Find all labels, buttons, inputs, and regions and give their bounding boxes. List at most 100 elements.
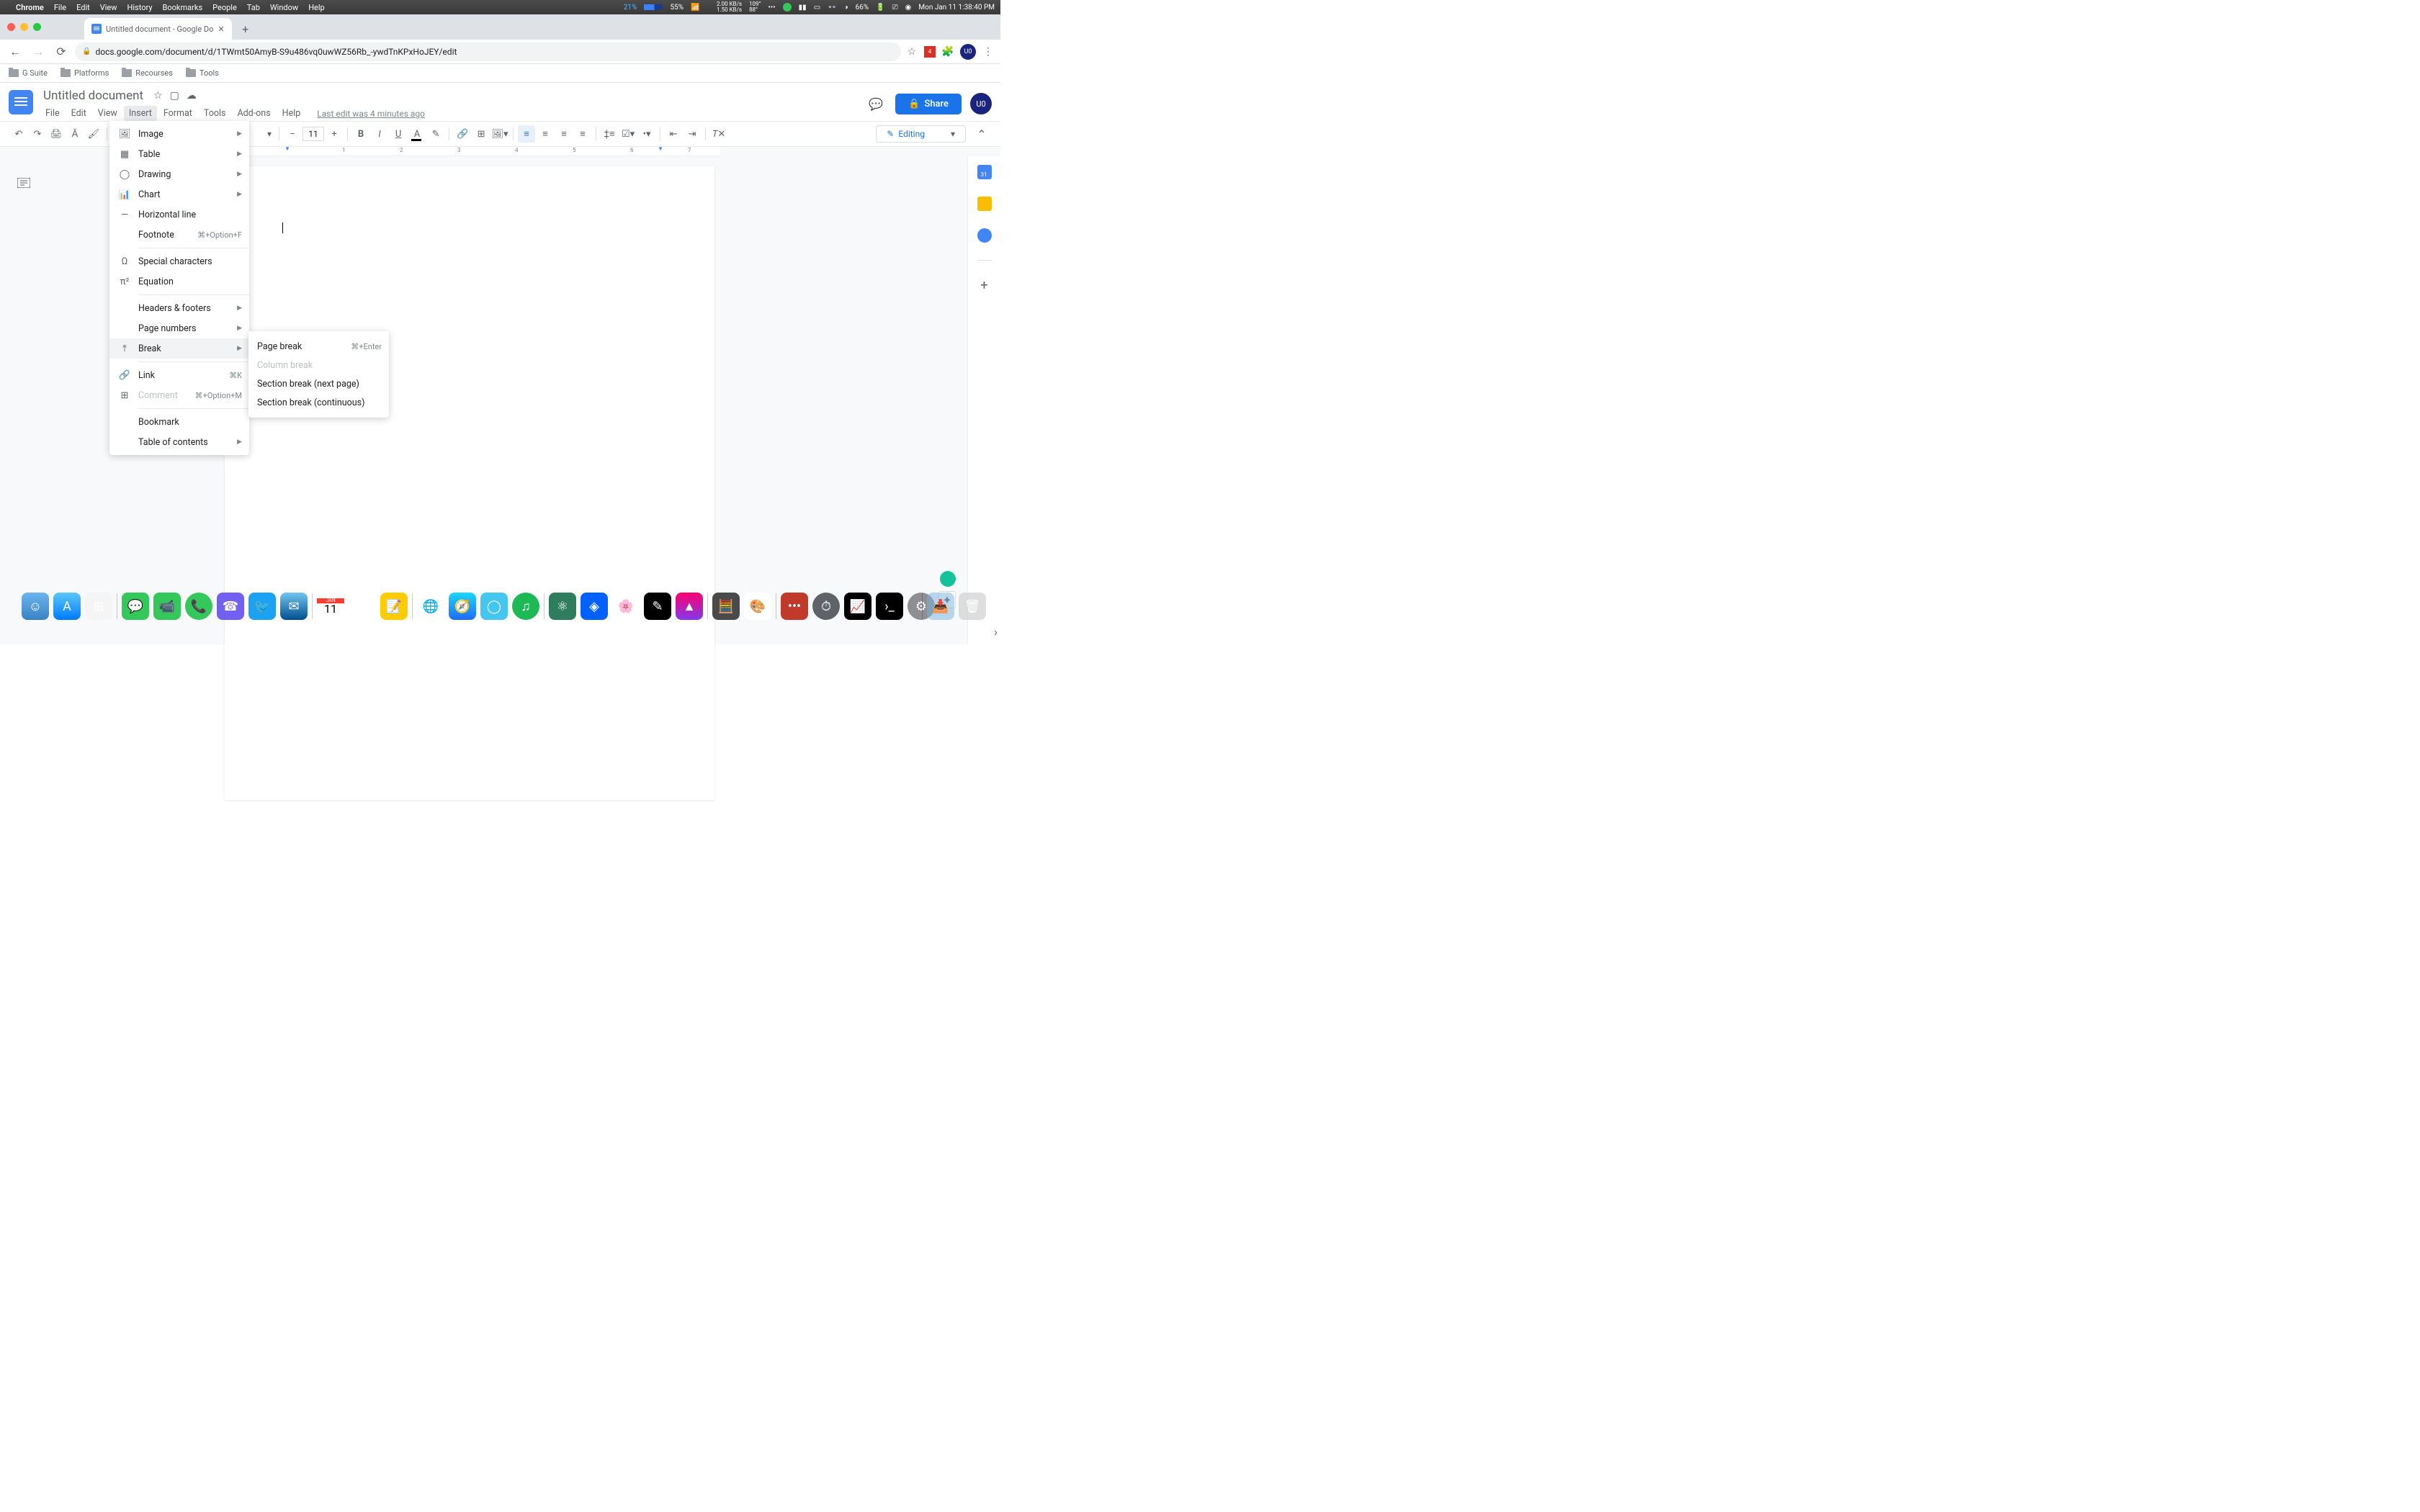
app2-dock-icon[interactable]: ▲ bbox=[676, 593, 703, 620]
horizontal-ruler[interactable]: ▼ 1 2 3 4 5 6 ▼ 7 bbox=[248, 147, 720, 156]
activity-dock-icon[interactable]: 📈 bbox=[844, 593, 871, 620]
editing-mode-select[interactable]: ✎ Editing ▾ bbox=[876, 125, 966, 143]
appstore-dock-icon[interactable]: A bbox=[53, 593, 81, 620]
document-page[interactable] bbox=[225, 166, 714, 800]
launchpad-dock-icon[interactable]: ⊞ bbox=[85, 593, 112, 620]
menu-edit[interactable]: Edit bbox=[66, 106, 91, 121]
insert-image-button[interactable]: 🖼▾ bbox=[491, 125, 508, 143]
document-title-input[interactable]: Untitled document bbox=[40, 87, 146, 104]
font-size-decrease[interactable]: − bbox=[284, 125, 301, 143]
app3-dock-icon[interactable]: ••• bbox=[781, 593, 808, 620]
menubar-extra-icon[interactable]: ••• bbox=[768, 4, 776, 12]
menubar-people[interactable]: People bbox=[212, 3, 237, 12]
insert-link-button[interactable]: 🔗 bbox=[454, 125, 471, 143]
menu-tools[interactable]: Tools bbox=[199, 106, 231, 121]
calendar-dock-icon[interactable]: JAN11 bbox=[317, 593, 344, 620]
text-color-button[interactable]: A bbox=[408, 125, 426, 143]
phone-dock-icon[interactable]: 📞 bbox=[185, 593, 212, 620]
facetime-dock-icon[interactable]: 📹 bbox=[153, 593, 181, 620]
menubar-history[interactable]: History bbox=[127, 3, 153, 12]
menubar-help[interactable]: Help bbox=[308, 3, 325, 12]
decrease-indent-button[interactable]: ⇤ bbox=[665, 125, 682, 143]
bulleted-list-button[interactable]: •▾ bbox=[638, 125, 655, 143]
print-button[interactable]: 🖨 bbox=[48, 125, 65, 143]
menu-file[interactable]: File bbox=[40, 106, 65, 121]
insert-toc-item[interactable]: Table of contents▶ bbox=[109, 432, 249, 452]
menubar-tray-icon[interactable]: ▮▮ bbox=[799, 4, 807, 12]
menu-help[interactable]: Help bbox=[277, 106, 306, 121]
menubar-edit[interactable]: Edit bbox=[76, 3, 90, 12]
menubar-tab[interactable]: Tab bbox=[247, 3, 260, 12]
reminders-dock-icon[interactable]: ☰ bbox=[349, 593, 376, 620]
bookmark-gsuite[interactable]: G Suite bbox=[9, 68, 48, 78]
highlight-button[interactable]: ✎ bbox=[427, 125, 444, 143]
extensions-icon[interactable]: 🧩 bbox=[941, 45, 954, 58]
colorpicker-dock-icon[interactable]: 🎨 bbox=[744, 593, 771, 620]
app1-dock-icon[interactable]: ✎ bbox=[644, 593, 671, 620]
insert-link-item[interactable]: 🔗Link⌘K bbox=[109, 365, 249, 385]
menu-view[interactable]: View bbox=[93, 106, 122, 121]
keep-app-icon[interactable] bbox=[977, 197, 992, 211]
trash-dock-icon[interactable]: 🗑 bbox=[959, 593, 986, 620]
undo-button[interactable]: ↶ bbox=[10, 125, 27, 143]
add-addon-button[interactable]: + bbox=[980, 278, 987, 293]
insert-footnote-item[interactable]: Footnote⌘+Option+F bbox=[109, 225, 249, 245]
mail-dock-icon[interactable]: ✉ bbox=[280, 593, 308, 620]
clear-formatting-button[interactable]: T✕ bbox=[710, 125, 727, 143]
collapse-toolbar-button[interactable]: ⌃ bbox=[973, 125, 990, 143]
tab-close-button[interactable]: ✕ bbox=[218, 24, 224, 34]
insert-bookmark-item[interactable]: Bookmark bbox=[109, 412, 249, 432]
menubar-window[interactable]: Window bbox=[270, 3, 298, 12]
insert-pagenumbers-item[interactable]: Page numbers▶ bbox=[109, 318, 249, 338]
spotify-dock-icon[interactable]: ♫ bbox=[512, 593, 539, 620]
url-field[interactable]: 🔒 docs.google.com/document/d/1TWmt50AmyB… bbox=[75, 42, 901, 61]
star-bookmark-icon[interactable]: ☆ bbox=[905, 45, 918, 58]
menubar-view[interactable]: View bbox=[100, 3, 117, 12]
window-maximize-button[interactable] bbox=[33, 23, 41, 31]
menubar-glasses-icon[interactable]: 👓 bbox=[828, 4, 836, 12]
twitter-dock-icon[interactable]: 🐦 bbox=[248, 593, 276, 620]
menubar-file[interactable]: File bbox=[54, 3, 66, 12]
insert-equation-item[interactable]: π²Equation bbox=[109, 271, 249, 292]
star-icon[interactable]: ☆ bbox=[153, 90, 163, 102]
new-tab-button[interactable]: + bbox=[236, 19, 255, 38]
side-panel-collapse-button[interactable]: › bbox=[994, 625, 998, 639]
status-dot-icon[interactable] bbox=[783, 3, 792, 12]
notes-dock-icon[interactable]: 📝 bbox=[380, 593, 408, 620]
menubar-toggle-icon[interactable]: ◑ bbox=[844, 4, 848, 12]
calendar-app-icon[interactable]: 31 bbox=[977, 165, 992, 179]
tasks-app-icon[interactable] bbox=[977, 228, 992, 243]
insert-image-item[interactable]: 🖼Image▶ bbox=[109, 124, 249, 144]
downloads-dock-icon[interactable]: 📥 bbox=[927, 593, 954, 620]
bookmark-recourses[interactable]: Recourses bbox=[122, 68, 173, 78]
insert-hr-item[interactable]: —Horizontal line bbox=[109, 204, 249, 225]
app4-dock-icon[interactable]: ⏱ bbox=[812, 593, 840, 620]
insert-headers-item[interactable]: Headers & footers▶ bbox=[109, 298, 249, 318]
page-break-item[interactable]: Page break⌘+Enter bbox=[248, 337, 389, 356]
viber-dock-icon[interactable]: ☎ bbox=[217, 593, 244, 620]
align-center-button[interactable]: ≡ bbox=[537, 125, 554, 143]
finder-dock-icon[interactable]: ☺ bbox=[22, 593, 49, 620]
spellcheck-button[interactable]: Ǎ bbox=[66, 125, 84, 143]
font-size-increase[interactable]: + bbox=[326, 125, 343, 143]
menu-addons[interactable]: Add-ons bbox=[232, 106, 275, 121]
docs-logo-icon[interactable] bbox=[9, 90, 33, 114]
cloud-status-icon[interactable]: ☁ bbox=[187, 90, 197, 102]
chrome-menu-button[interactable]: ⋮ bbox=[982, 45, 995, 58]
messages-dock-icon[interactable]: 💬 bbox=[122, 593, 149, 620]
atom-dock-icon[interactable]: ⚛ bbox=[549, 593, 576, 620]
column-break-item[interactable]: Column break bbox=[248, 356, 389, 374]
checklist-button[interactable]: ☑▾ bbox=[619, 125, 637, 143]
align-left-button[interactable]: ≡ bbox=[518, 125, 535, 143]
insert-comment-item[interactable]: ⊞Comment⌘+Option+M bbox=[109, 385, 249, 405]
align-justify-button[interactable]: ≡ bbox=[574, 125, 591, 143]
chrome-profile-avatar[interactable]: U0 bbox=[960, 44, 976, 60]
insert-table-item[interactable]: ▦Table▶ bbox=[109, 144, 249, 164]
insert-specialchars-item[interactable]: ΩSpecial characters bbox=[109, 251, 249, 271]
bookmark-tools[interactable]: Tools bbox=[186, 68, 219, 78]
calculator-dock-icon[interactable]: 🧮 bbox=[712, 593, 740, 620]
increase-indent-button[interactable]: ⇥ bbox=[684, 125, 701, 143]
forward-button[interactable]: → bbox=[29, 42, 48, 61]
window-close-button[interactable] bbox=[7, 23, 15, 31]
paint-format-button[interactable]: 🖌 bbox=[85, 125, 102, 143]
